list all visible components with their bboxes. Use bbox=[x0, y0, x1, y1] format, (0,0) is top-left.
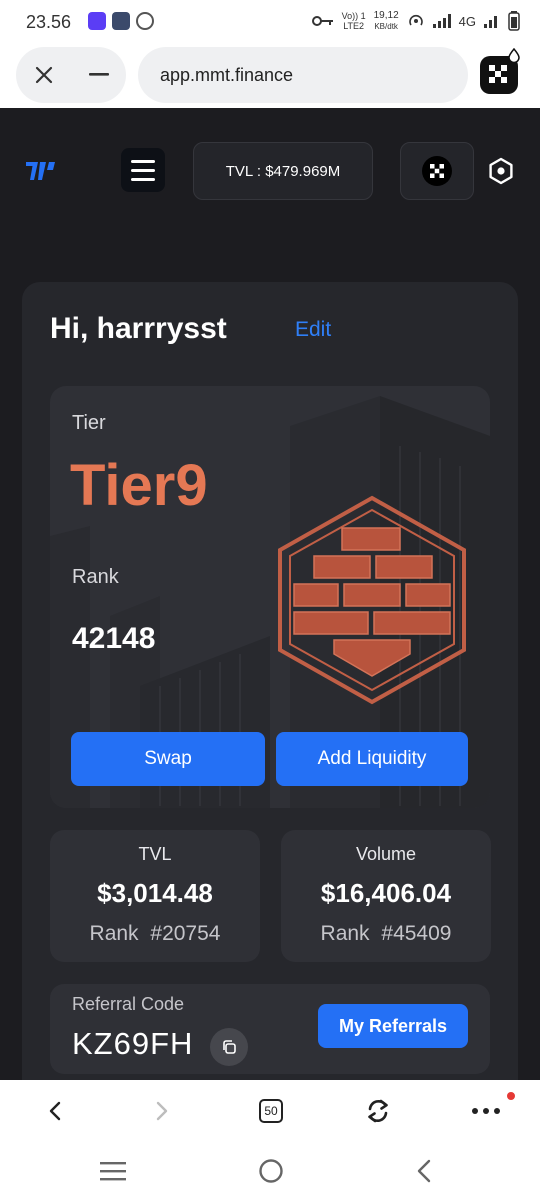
notification-app-icon bbox=[136, 12, 154, 30]
status-bar: 23.56 Vo)) 1 LTE2 19,12 KB/dtk 4G bbox=[0, 0, 540, 44]
address-bar[interactable]: app.mmt.finance bbox=[138, 47, 468, 103]
url-text: app.mmt.finance bbox=[160, 65, 294, 85]
wallet-button[interactable] bbox=[400, 142, 474, 200]
system-back-button[interactable] bbox=[416, 1159, 432, 1188]
volte-label: Vo)) 1 bbox=[341, 11, 366, 21]
browser-toolbar: app.mmt.finance bbox=[0, 44, 540, 108]
copy-referral-button[interactable] bbox=[210, 1028, 248, 1066]
referral-card: Referral Code KZ69FH My Referrals bbox=[50, 984, 490, 1074]
swap-button[interactable]: Swap bbox=[71, 732, 265, 786]
hamburger-icon bbox=[131, 177, 155, 181]
my-referrals-label: My Referrals bbox=[338, 1015, 448, 1036]
more-icon bbox=[472, 1108, 500, 1114]
tier-label: Tier bbox=[72, 412, 106, 434]
copy-icon bbox=[223, 1040, 236, 1054]
swap-button-label: Swap bbox=[144, 748, 192, 769]
tabs-button[interactable]: 50 bbox=[254, 1094, 288, 1128]
mmt-logo[interactable] bbox=[24, 160, 58, 187]
global-tvl-text: TVL : $479.969M bbox=[225, 162, 341, 180]
nav-back-icon bbox=[417, 1159, 431, 1183]
recents-icon bbox=[100, 1162, 126, 1181]
add-liquidity-button[interactable]: Add Liquidity bbox=[276, 732, 468, 786]
drop-icon bbox=[508, 48, 520, 62]
speed-unit: KB/dtk bbox=[374, 22, 398, 31]
home-icon bbox=[259, 1159, 283, 1183]
okx-icon bbox=[422, 156, 452, 186]
forward-icon bbox=[156, 1101, 168, 1121]
status-time: 23.56 bbox=[26, 12, 72, 32]
refresh-button[interactable] bbox=[360, 1094, 396, 1128]
recents-button[interactable] bbox=[100, 1160, 126, 1187]
speed-value: 19,12 bbox=[373, 10, 399, 21]
mmt-logo-icon bbox=[26, 162, 55, 180]
refresh-icon bbox=[368, 1099, 388, 1123]
global-tvl-chip: TVL : $479.969M bbox=[193, 142, 373, 200]
home-button[interactable] bbox=[258, 1158, 284, 1189]
referral-label: Referral Code bbox=[72, 994, 185, 1014]
volte-label: LTE2 bbox=[343, 21, 365, 31]
signal-icon bbox=[432, 14, 451, 28]
rank-value: 42148 bbox=[72, 622, 156, 655]
tvl-stat-card: TVL $3,014.48 Rank #20754 bbox=[50, 830, 260, 962]
tier-card: Tier Tier9 Rank 42148 Swap Add Liquidity bbox=[50, 386, 490, 808]
volume-stat-card: Volume $16,406.04 Rank #45409 bbox=[281, 830, 491, 962]
hamburger-icon bbox=[131, 168, 155, 172]
greeting-title: Hi, harrrysst bbox=[50, 312, 227, 345]
close-tab-button[interactable] bbox=[16, 47, 71, 103]
status-indicators: Vo)) 1 LTE2 19,12 KB/dtk 4G bbox=[311, 10, 520, 32]
minimize-tab-button[interactable] bbox=[71, 47, 126, 103]
app-viewport: TVL : $479.969M Hi, harrrysst Edit Tier … bbox=[0, 108, 540, 1080]
more-menu-button[interactable] bbox=[468, 1094, 504, 1128]
back-button[interactable] bbox=[38, 1094, 72, 1128]
profile-panel: Hi, harrrysst Edit Tier Tier9 Rank 42148… bbox=[22, 282, 518, 1080]
add-liquidity-label: Add Liquidity bbox=[317, 748, 427, 769]
hotspot-icon bbox=[408, 14, 423, 26]
hamburger-menu-button[interactable] bbox=[121, 148, 165, 192]
forward-button[interactable] bbox=[145, 1094, 179, 1128]
signal-icon bbox=[484, 16, 497, 28]
hamburger-icon bbox=[131, 159, 155, 163]
tvl-stat-rank: Rank #20754 bbox=[89, 922, 221, 945]
referral-code: KZ69FH bbox=[72, 1026, 194, 1061]
my-referrals-button[interactable]: My Referrals bbox=[318, 1004, 468, 1048]
notification-dot bbox=[507, 1092, 515, 1100]
notification-app-icon bbox=[88, 12, 106, 30]
tab-controls bbox=[16, 47, 126, 103]
volume-stat-amount: $16,406.04 bbox=[320, 878, 452, 908]
key-icon bbox=[311, 16, 333, 26]
back-icon bbox=[49, 1101, 61, 1121]
volume-stat-title: Volume bbox=[355, 844, 417, 864]
system-nav-bar bbox=[0, 1142, 540, 1200]
settings-icon bbox=[489, 157, 513, 185]
rank-label: Rank bbox=[72, 566, 119, 588]
tier-badge-icon bbox=[278, 495, 466, 705]
minimize-icon bbox=[88, 73, 109, 76]
edit-profile-link[interactable]: Edit bbox=[295, 318, 331, 342]
tab-count: 50 bbox=[259, 1099, 283, 1123]
okx-wallet-button[interactable] bbox=[480, 48, 520, 94]
tvl-stat-amount: $3,014.48 bbox=[97, 878, 213, 908]
tvl-stat-title: TVL bbox=[138, 844, 172, 864]
notification-app-icon bbox=[112, 12, 130, 30]
tier-value: Tier9 bbox=[70, 453, 208, 518]
browser-bottom-bar: 50 bbox=[0, 1080, 540, 1142]
battery-icon bbox=[508, 11, 520, 31]
volume-stat-rank: Rank #45409 bbox=[320, 922, 452, 945]
close-icon bbox=[35, 66, 52, 84]
settings-button[interactable] bbox=[486, 156, 516, 186]
network-label: 4G bbox=[458, 13, 476, 29]
